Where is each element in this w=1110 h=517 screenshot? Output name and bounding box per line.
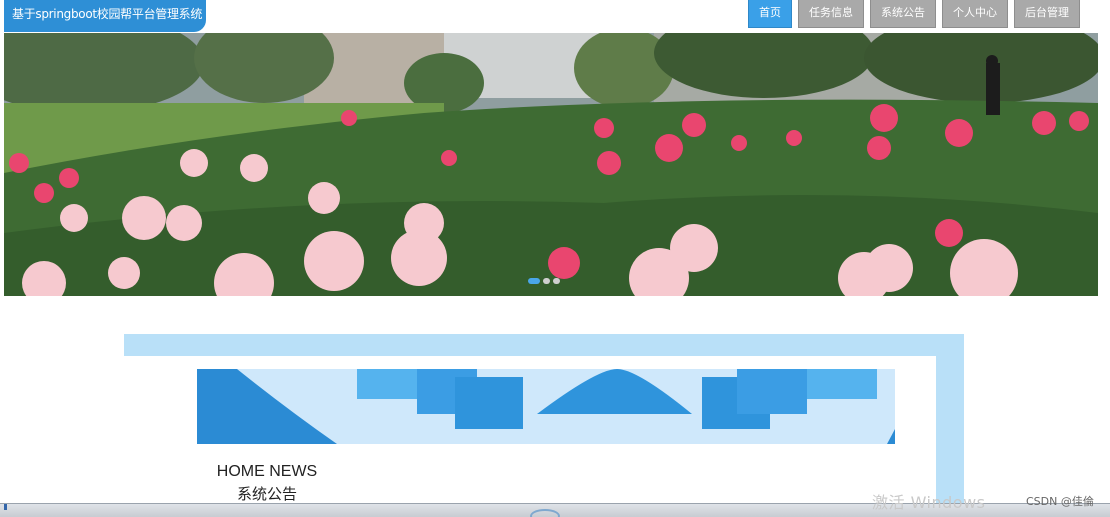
top-nav: 首页 任务信息 系统公告 个人中心 后台管理 [742,0,1080,30]
carousel-dot[interactable] [553,278,560,284]
news-panel-body: HOME NEWS 系统公告 [124,356,936,517]
peony-garden-photo [4,33,1098,296]
nav-announcements[interactable]: 系统公告 [870,0,936,28]
windows-activation-watermark: 激活 Windows [872,493,986,512]
nav-task-info[interactable]: 任务信息 [798,0,864,28]
app-title: 基于springboot校园帮平台管理系统 [4,0,206,32]
news-section-title: HOME NEWS [216,463,318,480]
taskbar-start-edge [4,504,7,510]
news-section-subtitle: 系统公告 [236,485,297,503]
nav-personal-center[interactable]: 个人中心 [942,0,1008,28]
csdn-watermark: CSDN @佳倫 [1026,495,1094,508]
news-header-graphic [197,369,895,444]
nav-admin[interactable]: 后台管理 [1014,0,1080,28]
taskbar-orb-icon[interactable] [530,509,560,517]
nav-home[interactable]: 首页 [748,0,792,28]
carousel-indicators [528,278,563,284]
carousel-dot[interactable] [528,278,540,284]
carousel-dot[interactable] [543,278,550,284]
carousel-banner[interactable] [4,33,1098,296]
news-panel: HOME NEWS 系统公告 [124,334,964,517]
